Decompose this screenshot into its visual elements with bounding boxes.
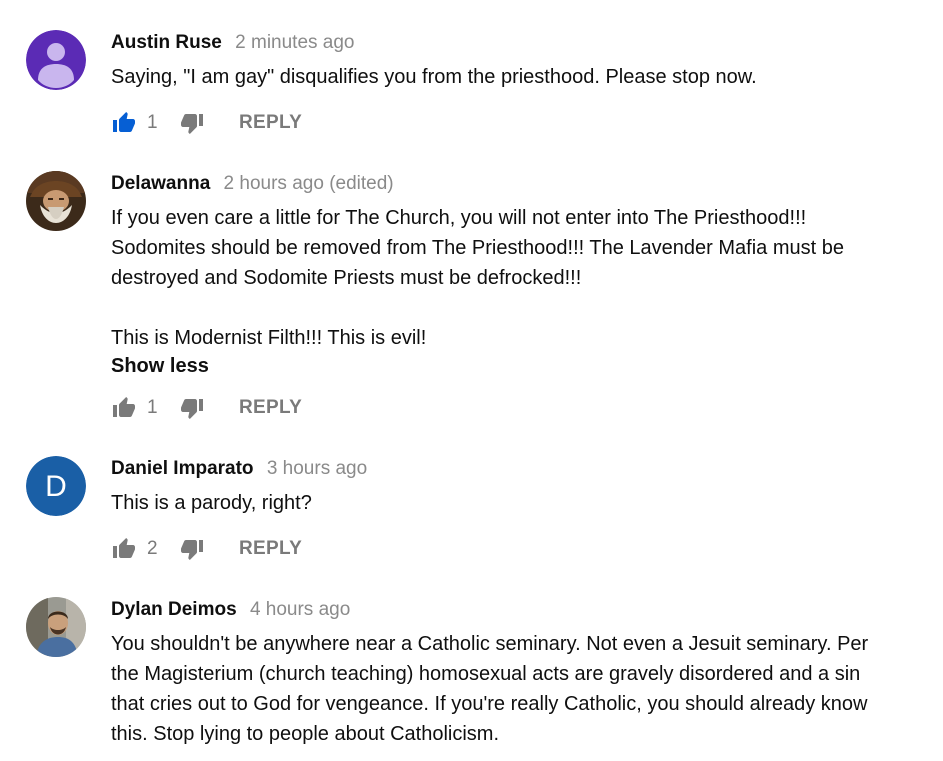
thumbs-down-icon [181, 399, 203, 419]
comment-text-line: If you even care a little for The Church… [111, 207, 807, 229]
thumbs-up-icon [113, 538, 135, 558]
dislike-button[interactable] [179, 536, 205, 562]
like-count: 1 [147, 112, 158, 133]
thumbs-up-icon [113, 397, 135, 417]
thumbs-up-icon [113, 112, 135, 132]
like-button[interactable] [111, 395, 137, 421]
reply-button[interactable]: REPLY [239, 397, 302, 419]
reply-button[interactable]: REPLY [239, 538, 302, 560]
comment-timestamp[interactable]: 3 hours ago [267, 458, 367, 479]
thumbs-down-icon [181, 114, 203, 134]
avatar[interactable] [26, 30, 86, 90]
avatar-letter: D [45, 470, 67, 503]
avatar[interactable] [26, 171, 86, 231]
comment-text-line: that cries out to God for vengeance. If … [111, 693, 868, 715]
comment-header: Delawanna 2 hours ago (edited) [111, 171, 394, 197]
comment-thread: Dylan Deimos 4 hours ago You shouldn't b… [0, 595, 943, 761]
author-name[interactable]: Delawanna [111, 173, 210, 194]
author-name[interactable]: Austin Ruse [111, 32, 222, 53]
comment-text: Saying, "I am gay" disqualifies you from… [111, 62, 911, 92]
avatar[interactable]: D [26, 456, 86, 516]
dislike-button[interactable] [179, 395, 205, 421]
default-person-icon [26, 30, 86, 90]
man-outdoors-avatar-icon [26, 597, 86, 657]
comment-text-line: This is a parody, right? [111, 492, 312, 514]
reply-button[interactable]: REPLY [239, 112, 302, 134]
show-less-button[interactable]: Show less [111, 353, 209, 379]
like-count: 2 [147, 538, 158, 559]
edited-label: (edited) [329, 173, 394, 194]
bearded-man-avatar-icon [26, 171, 86, 231]
letter-avatar-icon: D [26, 456, 86, 516]
comment-text-line: You shouldn't be anywhere near a Catholi… [111, 633, 869, 655]
comment-header: Daniel Imparato 3 hours ago [111, 456, 367, 482]
comment-timestamp[interactable]: 4 hours ago [250, 599, 350, 620]
author-name[interactable]: Daniel Imparato [111, 458, 254, 479]
comment-timestamp[interactable]: 2 hours ago [224, 173, 324, 194]
comment-text-line: This is Modernist Filth!!! This is evil! [111, 327, 427, 349]
comment-text: This is a parody, right? [111, 488, 911, 518]
like-count: 1 [147, 397, 158, 418]
dislike-button[interactable] [179, 110, 205, 136]
comment-header: Austin Ruse 2 minutes ago [111, 30, 355, 56]
comment-timestamp[interactable]: 2 minutes ago [235, 32, 354, 53]
comment-text-line: the Magisterium (church teaching) homose… [111, 663, 861, 685]
comment-thread: Austin Ruse 2 minutes ago Saying, "I am … [0, 28, 943, 148]
comment-thread: Delawanna 2 hours ago (edited) If you ev… [0, 169, 943, 433]
avatar[interactable] [26, 597, 86, 657]
like-button[interactable] [111, 110, 137, 136]
comment-text: If you even care a little for The Church… [111, 203, 911, 353]
comment-text-line: Sodomites should be removed from The Pri… [111, 237, 844, 259]
comment-action-bar: 1 REPLY [111, 109, 302, 137]
comment-action-bar: 2 REPLY [111, 535, 302, 563]
comment-text-line: this. Stop lying to people about Catholi… [111, 723, 499, 745]
comment-thread: D Daniel Imparato 3 hours ago This is a … [0, 454, 943, 574]
thumbs-down-icon [181, 540, 203, 560]
comment-text-line: destroyed and Sodomite Priests must be d… [111, 267, 582, 289]
comment-header: Dylan Deimos 4 hours ago [111, 597, 350, 623]
like-button[interactable] [111, 536, 137, 562]
comments-section: Austin Ruse 2 minutes ago Saying, "I am … [0, 0, 943, 761]
comment-text: You shouldn't be anywhere near a Catholi… [111, 629, 911, 749]
author-name[interactable]: Dylan Deimos [111, 599, 237, 620]
comment-text-line: Saying, "I am gay" disqualifies you from… [111, 66, 757, 88]
comment-action-bar: 1 REPLY [111, 394, 302, 422]
